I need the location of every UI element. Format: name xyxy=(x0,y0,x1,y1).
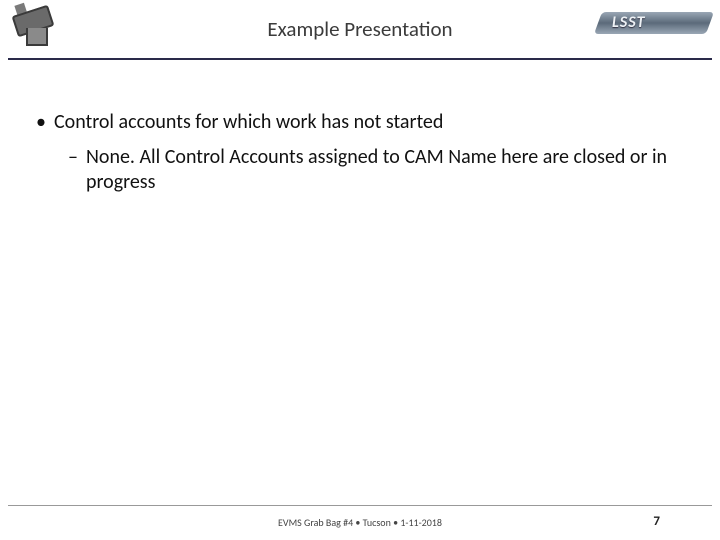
page-number: 7 xyxy=(653,514,660,529)
bullet-level-2: None. All Control Accounts assigned to C… xyxy=(30,145,690,195)
lsst-logo: LSST xyxy=(598,12,710,42)
header-divider xyxy=(8,58,712,60)
lsst-logo-text: LSST xyxy=(612,12,645,34)
bullet-1-text: Control accounts for which work has not … xyxy=(54,110,443,134)
footer: EVMS Grab Bag #4 • Tucson • 1-11-2018 7 xyxy=(0,512,720,532)
bullet-level-1: Control accounts for which work has not … xyxy=(30,110,690,135)
bullet-1-1-text: None. All Control Accounts assigned to C… xyxy=(86,145,667,194)
lsst-logo-icon: LSST xyxy=(598,12,710,34)
content-body: Control accounts for which work has not … xyxy=(30,110,690,195)
footer-divider xyxy=(8,505,712,506)
slide: Example Presentation LSST Control accoun… xyxy=(0,0,720,540)
header: Example Presentation LSST xyxy=(0,0,720,56)
footer-text: EVMS Grab Bag #4 • Tucson • 1-11-2018 xyxy=(0,516,720,529)
